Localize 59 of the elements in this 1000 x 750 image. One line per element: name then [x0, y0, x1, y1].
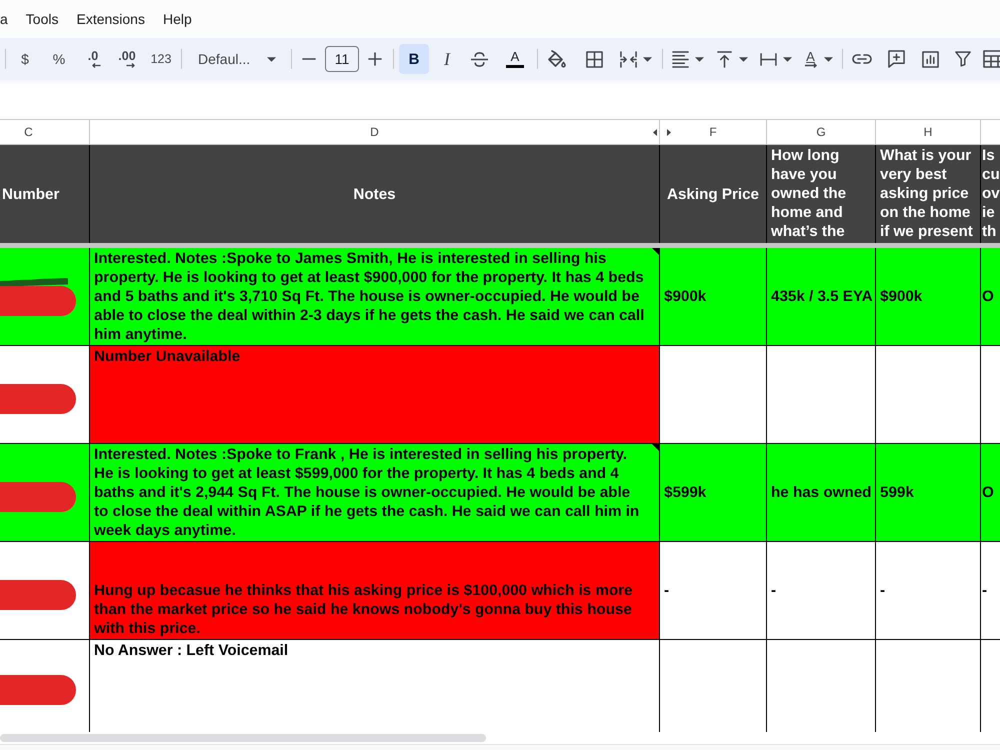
table-cell: $599k: [660, 444, 767, 542]
right-arrow-icon: [126, 63, 135, 68]
table-cell: -: [876, 542, 981, 640]
left-triangle-icon[interactable]: [653, 129, 657, 136]
left-arrow-icon: [92, 63, 101, 68]
number-format-button[interactable]: 123: [147, 44, 175, 74]
minus-icon[interactable]: [302, 58, 316, 60]
comment-icon[interactable]: [888, 50, 904, 68]
notes-cell: Hung up becasue he thinks that his asking price is $100,000 which is more than the market price so he said he knows nobody's gonna buy this house with this price.: [90, 542, 660, 640]
borders-icon[interactable]: [586, 50, 602, 68]
caret-icon[interactable]: [695, 56, 704, 62]
caret-icon[interactable]: [267, 56, 276, 62]
table-cell: $900k: [660, 248, 767, 346]
right-triangle-icon[interactable]: [667, 129, 671, 136]
table-icon[interactable]: [983, 50, 1000, 68]
align-top-icon[interactable]: [716, 50, 733, 68]
link-icon[interactable]: [852, 54, 872, 64]
currency-button[interactable]: $: [11, 44, 39, 74]
menu-item[interactable]: Help: [162, 9, 192, 29]
table-cell: -: [767, 542, 876, 640]
merge-cells-icon[interactable]: [620, 50, 637, 68]
font-dropdown[interactable]: Defaul...: [187, 44, 285, 74]
align-left-icon[interactable]: [672, 50, 689, 68]
table-cell: $900k: [876, 248, 981, 346]
caret-icon[interactable]: [643, 56, 652, 62]
text-color-button[interactable]: A: [499, 44, 531, 74]
notes-cell: Interested. Notes :Spoke to James Smith, He is interested in selling his property. He is looking to get at least $900,000 for the property. It has 4 beds and 5 baths and it's 3,710 Sq Ft. The house is owner-occupied. He would be able to close the deal within 2-3 days if he gets the cash. He said we can call him anytime.: [90, 248, 660, 346]
table-cell: -: [981, 542, 1000, 640]
increase-decimal-button[interactable]: .00: [113, 44, 141, 74]
decrease-decimal-button[interactable]: .0: [79, 44, 107, 74]
notes-cell: Interested. Notes :Spoke to Frank , He is interested in selling his property. He is looking to get at least $599,000 for the property. It has 4 beds and 4 baths and it's 2,944 Sq Ft. The house is owner-occupied. He would be able to close the deal within ASAP if he gets the cash. He said we can call him in week days anytime.: [90, 444, 660, 542]
menu-item[interactable]: Extensions: [76, 9, 145, 29]
table-cell: -: [660, 542, 767, 640]
plus-icon[interactable]: [368, 52, 382, 66]
table-cell: 599k: [876, 444, 981, 542]
caret-icon[interactable]: [824, 56, 832, 62]
filter-icon[interactable]: [955, 51, 971, 67]
table-cell: O: [981, 444, 1000, 542]
font-size-field[interactable]: 11: [325, 46, 359, 72]
menu-item[interactable]: Tools: [26, 9, 58, 29]
table-cell: O: [981, 248, 1000, 346]
italic-button[interactable]: I: [433, 44, 461, 74]
header-cell: Number: [0, 145, 90, 243]
bold-button[interactable]: B: [399, 44, 429, 74]
strikethrough-icon: [470, 52, 488, 66]
table-cell: he has owned: [767, 444, 876, 542]
color-bar-icon: [506, 65, 524, 68]
chart-icon[interactable]: [922, 50, 938, 68]
caret-icon[interactable]: [783, 56, 792, 62]
scrollbar-thumb[interactable]: [0, 734, 486, 742]
caret-icon[interactable]: [739, 56, 748, 62]
percent-button[interactable]: %: [45, 44, 73, 74]
arrow-icon: [804, 63, 818, 68]
text-rotation-button[interactable]: A: [798, 44, 838, 74]
menu-item[interactable]: a: [0, 9, 8, 29]
table-cell: 435k / 3.5 EYA: [767, 248, 876, 346]
text-wrap-icon[interactable]: [760, 52, 777, 66]
paint-bucket-icon[interactable]: [548, 50, 566, 68]
notes-cell: Number Unavailable: [90, 346, 660, 444]
